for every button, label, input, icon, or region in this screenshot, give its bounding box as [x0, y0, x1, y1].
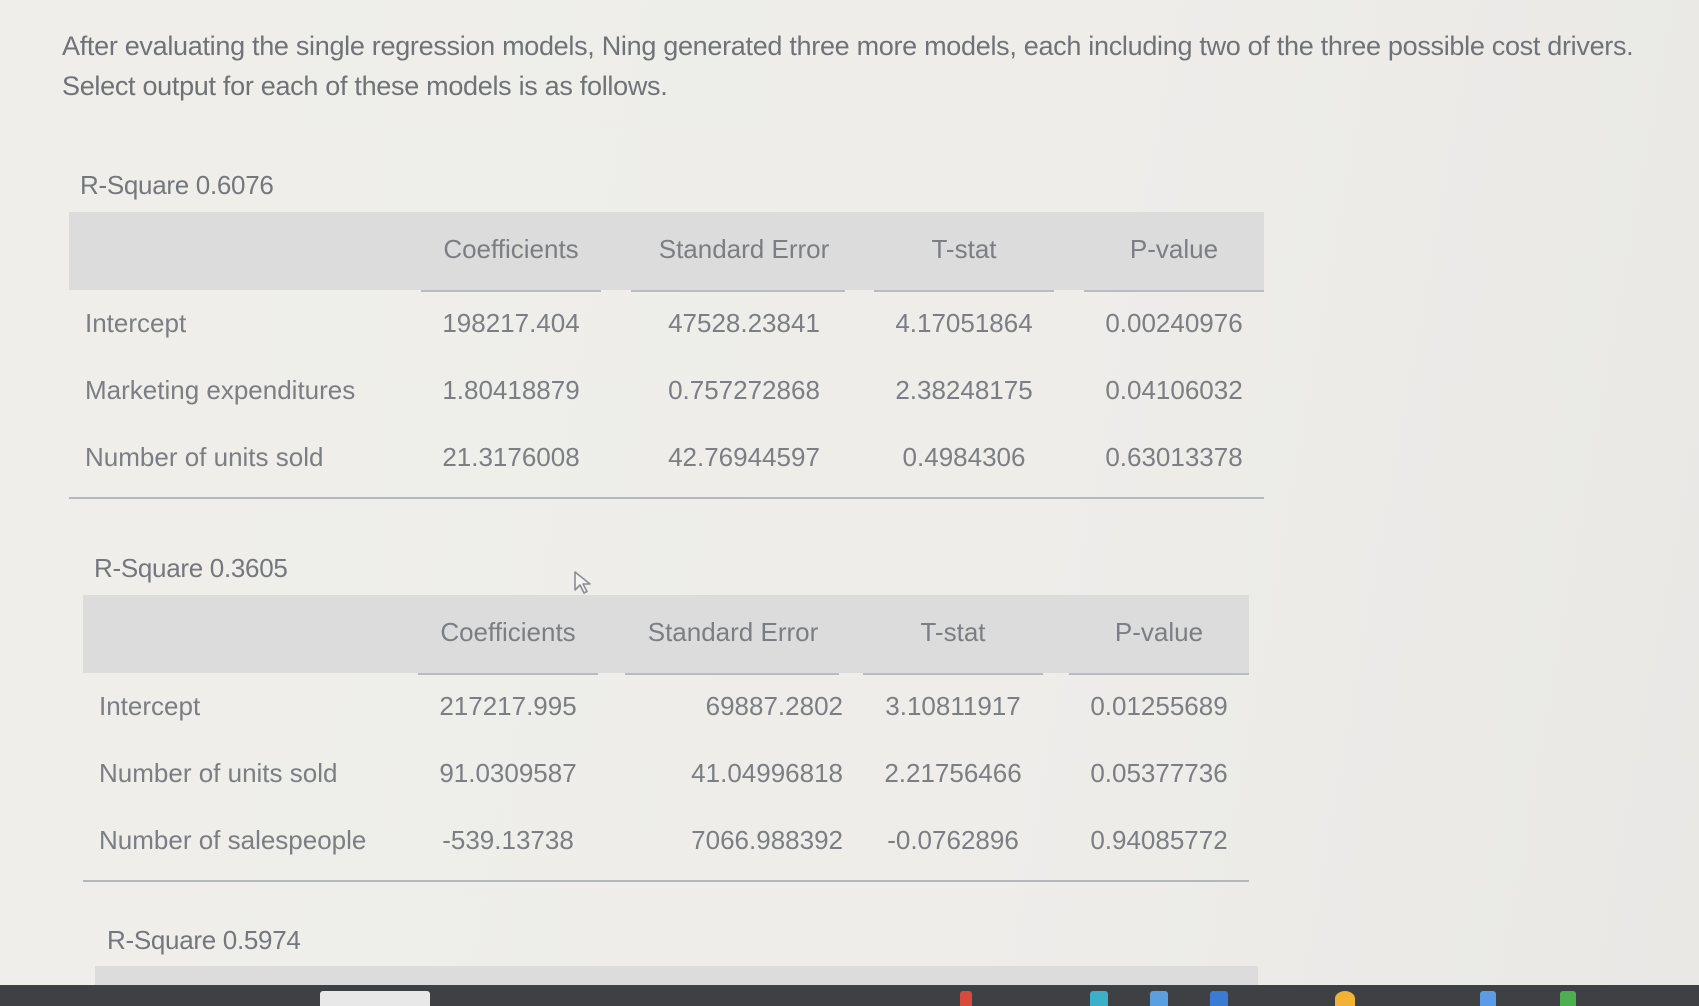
cell-standard-error: 41.04996818: [691, 758, 843, 788]
row-label: Marketing expenditures: [85, 375, 356, 405]
cell-coefficient: 1.80418879: [442, 375, 580, 405]
model-2-table: Coefficients Standard Error T-stat P-val…: [83, 595, 1249, 882]
dock-item[interactable]: [1090, 991, 1108, 1006]
dock-item[interactable]: [1335, 991, 1355, 1006]
cell-p-value: 0.04106032: [1105, 375, 1243, 405]
cell-p-value: 0.01255689: [1090, 691, 1228, 721]
header-coefficients: Coefficients: [443, 234, 579, 264]
header-t-stat: T-stat: [931, 234, 997, 264]
model-1-r-square: R-Square 0.6076: [80, 170, 274, 200]
model-3-r-square: R-Square 0.5974: [107, 925, 301, 955]
intro-paragraph: After evaluating the single regression m…: [62, 31, 1634, 101]
row-label: Number of salespeople: [99, 825, 367, 855]
taskbar: [0, 985, 1699, 1006]
mouse-pointer-icon: [573, 570, 595, 596]
header-standard-error: Standard Error: [658, 234, 830, 264]
table-row: Number of units sold 91.0309587 41.04996…: [83, 740, 1249, 807]
header-p-value: P-value: [1129, 234, 1219, 264]
cell-t-stat: 3.10811917: [885, 691, 1021, 721]
model-2-r-square: R-Square 0.3605: [94, 553, 288, 583]
table-row: Intercept 198217.404 47528.23841 4.17051…: [69, 290, 1264, 357]
cell-p-value: 0.94085772: [1090, 825, 1228, 855]
cell-t-stat: 2.21756466: [884, 758, 1022, 788]
table-row: Intercept 217217.995 69887.2802 3.108119…: [83, 673, 1249, 740]
cell-coefficient: 91.0309587: [439, 758, 577, 788]
cell-coefficient: 198217.404: [442, 308, 580, 338]
cell-t-stat: 0.4984306: [902, 442, 1026, 472]
table-row: Number of units sold 21.3176008 42.76944…: [69, 424, 1264, 491]
table-row: Number of salespeople -539.13738 7066.98…: [83, 807, 1249, 874]
row-label: Intercept: [99, 691, 201, 721]
dock-item[interactable]: [1560, 991, 1576, 1006]
cell-p-value: 0.00240976: [1105, 308, 1243, 338]
model-1-table: Coefficients Standard Error T-stat P-val…: [69, 212, 1264, 499]
header-coefficients: Coefficients: [440, 617, 576, 647]
cell-t-stat: 2.38248175: [895, 375, 1033, 405]
header-standard-error: Standard Error: [647, 617, 819, 647]
dock-item[interactable]: [960, 991, 972, 1006]
table-bottom-rule: [83, 880, 1249, 882]
dock-item[interactable]: [1480, 991, 1496, 1006]
cell-t-stat: -0.0762896: [887, 825, 1019, 855]
dock-item[interactable]: [320, 991, 430, 1006]
cell-p-value: 0.05377736: [1090, 758, 1228, 788]
model-3-table-header: [95, 966, 1258, 986]
cell-coefficient: 217217.995: [439, 691, 577, 721]
cell-coefficient: -539.13738: [442, 825, 574, 855]
row-label: Intercept: [85, 308, 187, 338]
row-label: Number of units sold: [99, 758, 338, 788]
cell-standard-error: 69887.2802: [705, 691, 843, 721]
model-2-table-header: Coefficients Standard Error T-stat P-val…: [83, 595, 1249, 675]
cell-p-value: 0.63013378: [1105, 442, 1243, 472]
dock-item[interactable]: [1210, 991, 1228, 1006]
header-t-stat: T-stat: [920, 617, 986, 647]
table-bottom-rule: [69, 497, 1264, 499]
cell-standard-error: 0.757272868: [668, 375, 820, 405]
cell-standard-error: 47528.23841: [668, 308, 820, 338]
cell-standard-error: 7066.988392: [691, 825, 843, 855]
cell-t-stat: 4.17051864: [895, 308, 1033, 338]
dock-item[interactable]: [1150, 991, 1168, 1006]
model-1-table-header: Coefficients Standard Error T-stat P-val…: [69, 212, 1264, 292]
question-page: After evaluating the single regression m…: [0, 0, 1699, 986]
cell-standard-error: 42.76944597: [668, 442, 820, 472]
header-p-value: P-value: [1114, 617, 1204, 647]
cell-coefficient: 21.3176008: [442, 442, 580, 472]
row-label: Number of units sold: [85, 442, 324, 472]
table-row: Marketing expenditures 1.80418879 0.7572…: [69, 357, 1264, 424]
